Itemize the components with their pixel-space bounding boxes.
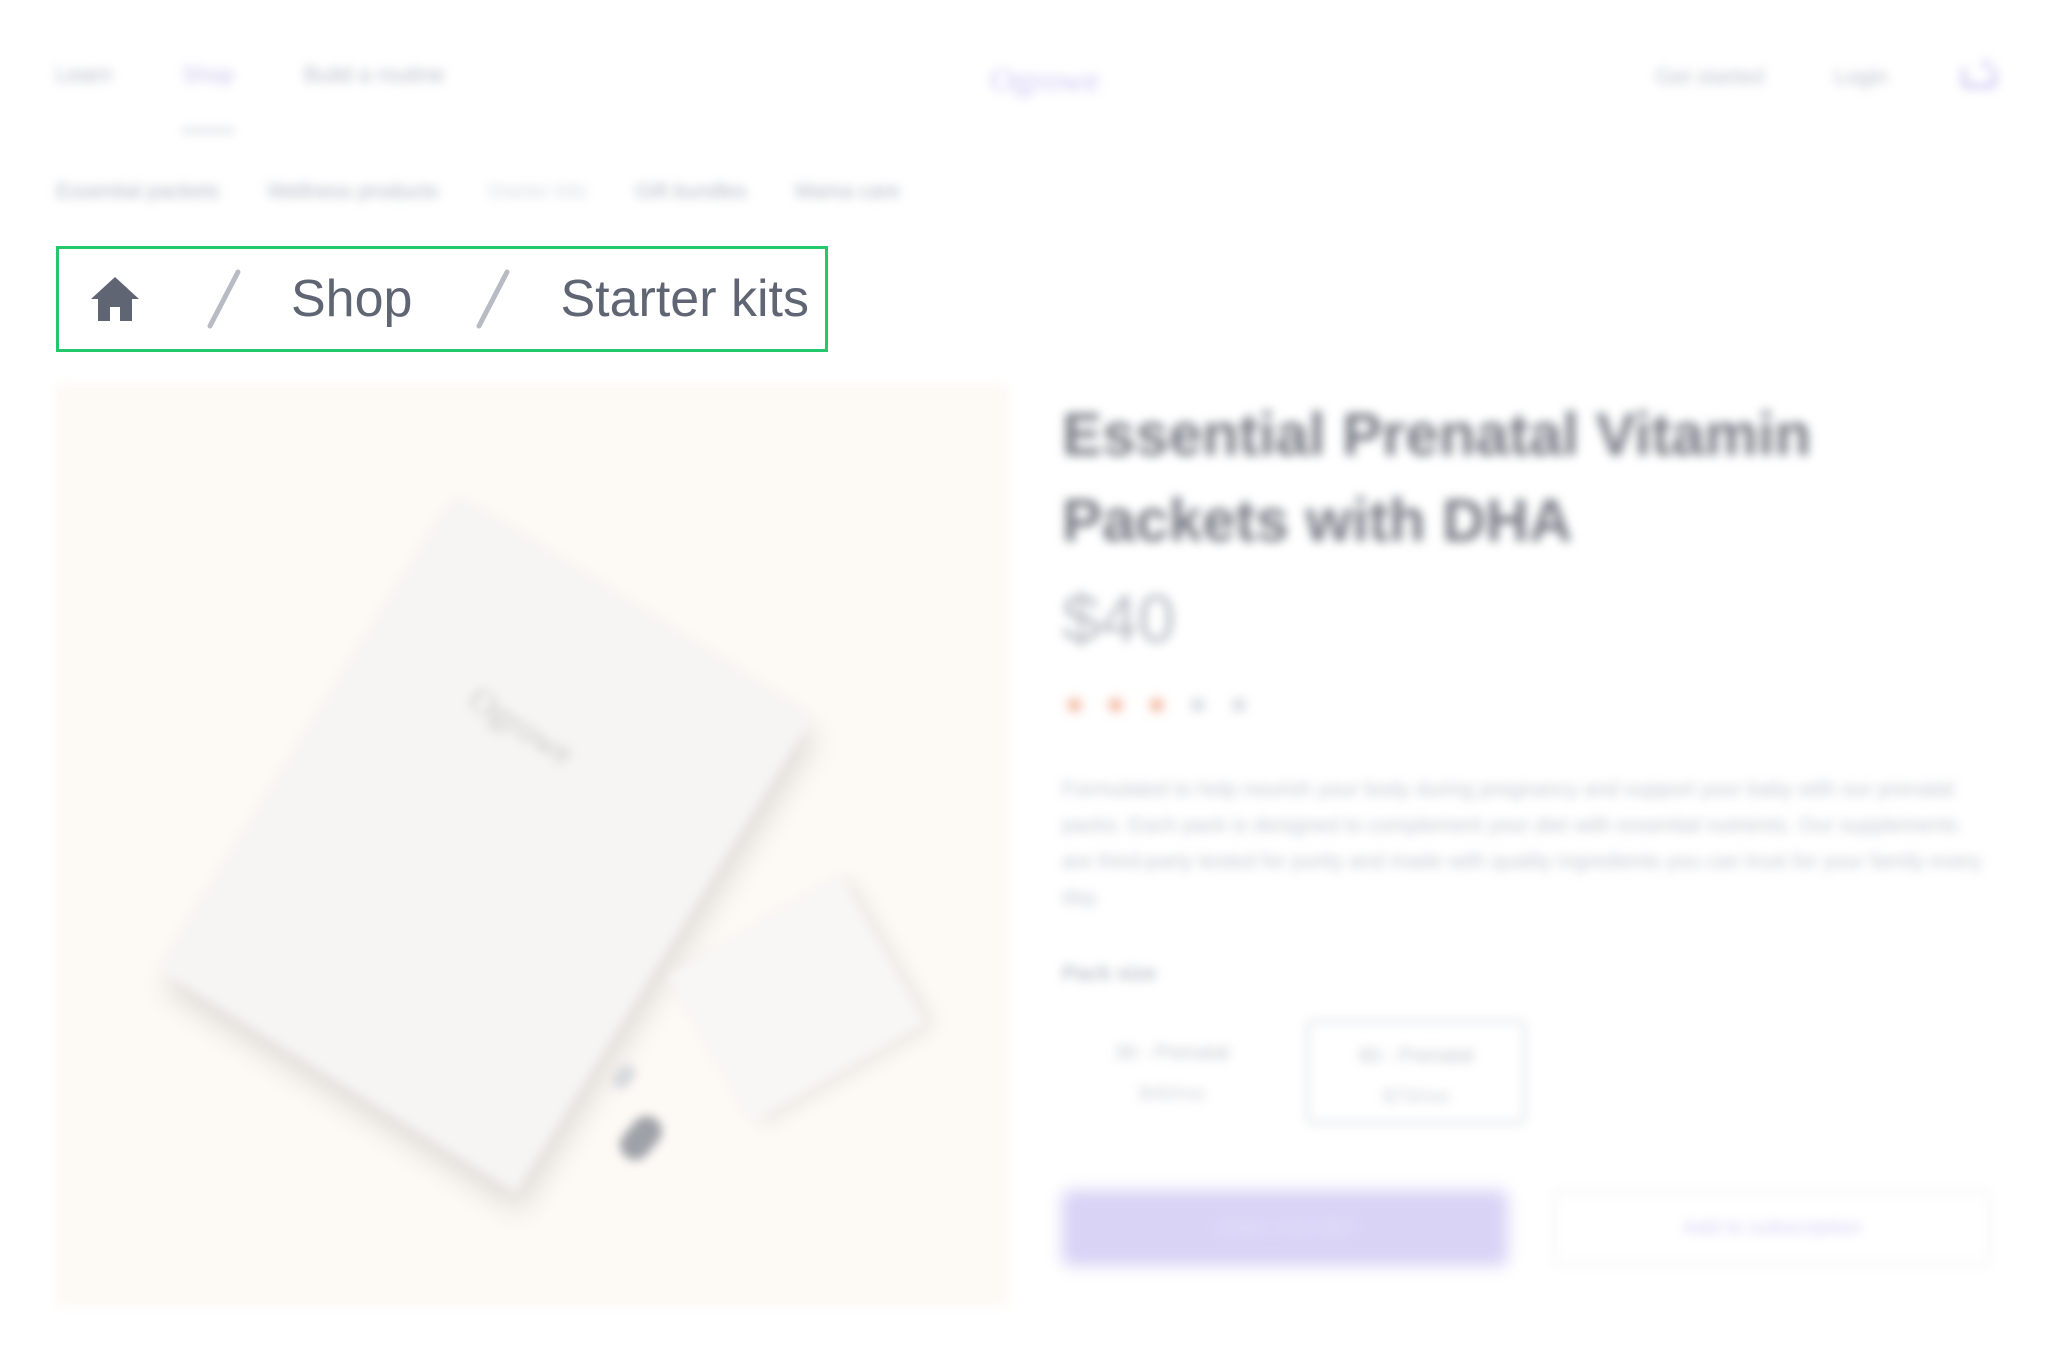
vitamin-packet [666, 875, 926, 1123]
subnav-item[interactable]: Starter kits [487, 180, 587, 204]
pack-option-30[interactable]: 30 - Prenatal $40/mo [1062, 1020, 1282, 1124]
home-icon[interactable] [87, 271, 143, 327]
top-navigation: Learn Shop Build a routine Ogrowe Get st… [0, 0, 2048, 150]
breadcrumb-separator [189, 268, 259, 330]
star-icon: ★ [1062, 689, 1088, 720]
pack-option-60[interactable]: 60 - Prenatal $70/mo [1306, 1020, 1526, 1124]
product-image[interactable]: Ogrowe [56, 384, 1008, 1306]
star-icon: ★ [1185, 689, 1211, 720]
add-to-subscription-button[interactable]: Add to subscription [1552, 1190, 1992, 1266]
pack-size-label: Pack size [1062, 962, 1157, 985]
nav-build-routine[interactable]: Build a routine [304, 62, 445, 88]
subnav-item[interactable]: Gift bundles [635, 180, 747, 204]
order-now-button[interactable]: Order now $40 [1062, 1190, 1508, 1266]
rating-stars: ★ ★ ★ ★ ★ [1062, 688, 1252, 721]
pill [609, 1061, 639, 1093]
option-label: 30 - Prenatal [1114, 1042, 1230, 1064]
nav-learn[interactable]: Learn [56, 62, 112, 88]
pill [614, 1109, 668, 1167]
category-subnav: Essential packets Wellness products Star… [56, 180, 900, 204]
nav-shop[interactable]: Shop [182, 62, 235, 132]
account-nav: Get started Login [1655, 60, 1996, 92]
breadcrumb-current: Starter kits [560, 270, 809, 328]
nav-get-started[interactable]: Get started [1655, 64, 1764, 90]
brand-logo[interactable]: Ogrowe [990, 62, 1100, 100]
option-label: 60 - Prenatal [1358, 1045, 1474, 1067]
subnav-item[interactable]: Essential packets [56, 180, 219, 204]
product-title: Essential Prenatal Vitamin Packets with … [1062, 401, 1812, 554]
nav-login[interactable]: Login [1834, 64, 1888, 90]
option-price: $70/mo [1382, 1086, 1450, 1108]
cart-icon[interactable] [1958, 60, 1996, 92]
star-icon: ★ [1144, 689, 1170, 720]
star-icon: ★ [1103, 689, 1129, 720]
option-price: $40/mo [1138, 1083, 1206, 1105]
breadcrumb-separator [458, 268, 528, 330]
subnav-item[interactable]: Wellness products [267, 180, 438, 204]
product-box: Ogrowe [159, 495, 813, 1193]
main-nav: Learn Shop Build a routine [56, 62, 445, 132]
breadcrumb: Shop Starter kits [56, 246, 828, 352]
product-description: Formulated to help nourish your body dur… [1062, 778, 1982, 909]
box-logo: Ogrowe [462, 678, 582, 774]
subnav-item[interactable]: Mama care [795, 180, 900, 204]
product-price: $40 [1062, 581, 1176, 657]
breadcrumb-shop-link[interactable]: Shop [291, 269, 412, 329]
star-icon: ★ [1226, 689, 1252, 720]
